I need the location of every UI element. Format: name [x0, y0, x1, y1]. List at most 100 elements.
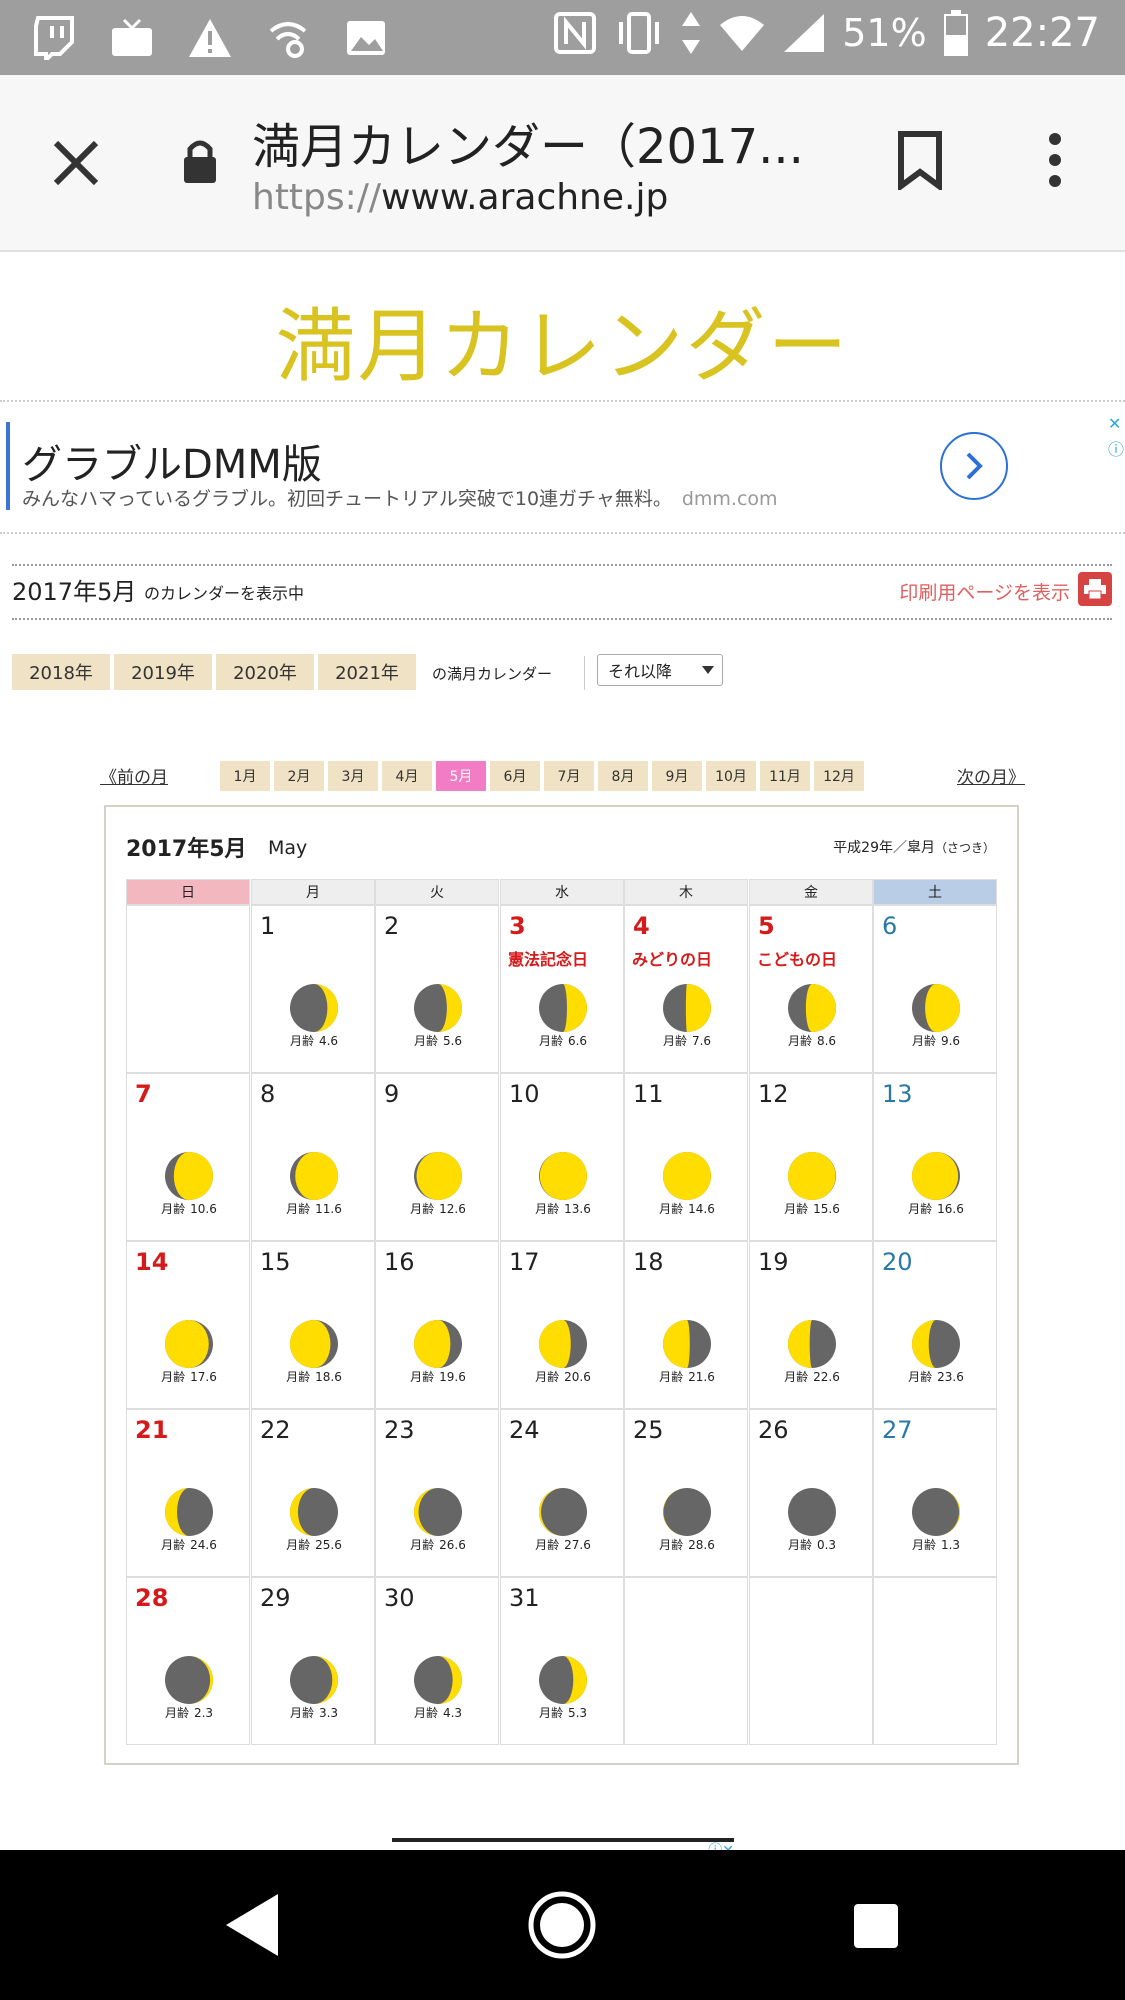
moon-age-label: 月齢 — [161, 1202, 186, 1216]
prev-month-link[interactable]: 《前の月 — [100, 763, 168, 788]
moon-age: 月齢 19.6 — [376, 1368, 500, 1385]
year-button-2018[interactable]: 2018年 — [12, 654, 110, 690]
calendar-day-21[interactable]: 21 月齢 24.6 — [126, 1409, 250, 1577]
moon-age-label: 月齢 — [410, 1538, 435, 1552]
calendar-day-31[interactable]: 31 月齢 5.3 — [500, 1577, 624, 1745]
nfc-icon — [554, 12, 597, 54]
moon-phase-icon — [165, 1656, 213, 1704]
ad-close-icon[interactable]: ✕ — [1108, 414, 1121, 433]
next-month-link[interactable]: 次の月》 — [957, 763, 1025, 788]
back-button[interactable] — [222, 1890, 282, 1964]
month-button-6[interactable]: 6月 — [490, 761, 540, 791]
moon-age-value: 6.6 — [567, 1034, 588, 1048]
calendar-day-20[interactable]: 20 月齢 23.6 — [873, 1241, 997, 1409]
calendar-day-18[interactable]: 18 月齢 21.6 — [624, 1241, 748, 1409]
calendar-day-17[interactable]: 17 月齢 20.6 — [500, 1241, 624, 1409]
moon-age-label: 月齢 — [286, 1370, 311, 1384]
calendar-day-9[interactable]: 9 月齢 12.6 — [375, 1073, 499, 1241]
moon-age-value: 5.3 — [567, 1706, 588, 1720]
calendar-day-16[interactable]: 16 月齢 19.6 — [375, 1241, 499, 1409]
month-button-9[interactable]: 9月 — [652, 761, 702, 791]
calendar-day-12[interactable]: 12 月齢 15.6 — [749, 1073, 873, 1241]
moon-phase-icon — [414, 1320, 462, 1368]
calendar-day-6[interactable]: 6 月齢 9.6 — [873, 905, 997, 1073]
month-button-12[interactable]: 12月 — [814, 761, 864, 791]
month-button-1[interactable]: 1月 — [220, 761, 270, 791]
recent-apps-button[interactable] — [852, 1902, 900, 1954]
calendar-day-8[interactable]: 8 月齢 11.6 — [251, 1073, 375, 1241]
address-bar-url[interactable]: https://www.arachne.jp — [252, 177, 668, 218]
calendar-day-3[interactable]: 3 憲法記念日 月齢 6.6 — [500, 905, 624, 1073]
month-button-2[interactable]: 2月 — [274, 761, 324, 791]
calendar-day-29[interactable]: 29 月齢 3.3 — [251, 1577, 375, 1745]
year-button-2020[interactable]: 2020年 — [216, 654, 314, 690]
site-title[interactable]: 満月カレンダー — [0, 282, 1125, 398]
calendar-day-19[interactable]: 19 月齢 22.6 — [749, 1241, 873, 1409]
moon-age-label: 月齢 — [538, 1706, 563, 1720]
next-month-label: 次の月 — [957, 768, 1008, 788]
lock-icon[interactable] — [180, 137, 220, 191]
calendar-day-11[interactable]: 11 月齢 14.6 — [624, 1073, 748, 1241]
moon-age: 月齢 5.3 — [501, 1704, 625, 1721]
clock-time: 22:27 — [984, 10, 1100, 56]
month-button-7[interactable]: 7月 — [544, 761, 594, 791]
calendar-day-2[interactable]: 2 月齢 5.6 — [375, 905, 499, 1073]
moon-phase-icon — [290, 1152, 338, 1200]
weekday-header-thu: 木 — [624, 879, 748, 905]
moon-age: 月齢 6.6 — [501, 1032, 625, 1049]
moon-phase-icon — [663, 984, 711, 1032]
calendar-day-14[interactable]: 14 月齢 17.6 — [126, 1241, 250, 1409]
calendar-day-13[interactable]: 13 月齢 16.6 — [873, 1073, 997, 1241]
close-tab-button[interactable] — [48, 135, 104, 195]
year-button-2019[interactable]: 2019年 — [114, 654, 212, 690]
ad-open-button[interactable] — [940, 432, 1008, 500]
year-later-select[interactable]: それ以降 — [597, 654, 723, 686]
ad-description[interactable]: みんなハマっているグラブル。初回チュートリアル突破で10連ガチャ無料。 dmm.c… — [22, 484, 778, 511]
moon-lit-part — [416, 1152, 462, 1200]
month-button-8[interactable]: 8月 — [598, 761, 648, 791]
calendar-day-26[interactable]: 26 月齢 0.3 — [749, 1409, 873, 1577]
holiday-label: こどもの日 — [757, 950, 838, 969]
moon-phase-icon — [788, 984, 836, 1032]
moon-age-label: 月齢 — [289, 1034, 314, 1048]
moon-phase — [537, 1150, 589, 1206]
calendar-day-4[interactable]: 4 みどりの日 月齢 7.6 — [624, 905, 748, 1073]
ad-info-close-icons[interactable]: ⓘ✕ — [708, 1840, 734, 1850]
calendar-day-1[interactable]: 1 月齢 4.6 — [251, 905, 375, 1073]
calendar-day-10[interactable]: 10 月齢 13.6 — [500, 1073, 624, 1241]
more-menu-button[interactable] — [1040, 130, 1070, 194]
bookmark-button[interactable] — [895, 130, 945, 194]
moon-phase — [412, 1654, 464, 1710]
print-page-link[interactable]: 印刷用ページを表示 — [899, 578, 1070, 605]
calendar-day-23[interactable]: 23 月齢 26.6 — [375, 1409, 499, 1577]
month-button-4[interactable]: 4月 — [382, 761, 432, 791]
printer-icon[interactable] — [1078, 572, 1112, 606]
weekday-header-sat: 土 — [873, 879, 997, 905]
day-number: 16 — [384, 1248, 415, 1276]
year-button-2021[interactable]: 2021年 — [318, 654, 416, 690]
ad-title[interactable]: グラブルDMM版 — [22, 432, 322, 490]
ad-banner[interactable]: グラブルDMM版 みんなハマっているグラブル。初回チュートリアル突破で10連ガチ… — [0, 400, 1125, 534]
calendar-day-15[interactable]: 15 月齢 18.6 — [251, 1241, 375, 1409]
moon-phase-icon — [290, 984, 338, 1032]
calendar-day-7[interactable]: 7 月齢 10.6 — [126, 1073, 250, 1241]
day-number: 11 — [633, 1080, 664, 1108]
calendar-day-24[interactable]: 24 月齢 27.6 — [500, 1409, 624, 1577]
calendar-day-5[interactable]: 5 こどもの日 月齢 8.6 — [749, 905, 873, 1073]
month-button-10[interactable]: 10月 — [706, 761, 756, 791]
page-tab-title[interactable]: 満月カレンダー（2017... — [252, 107, 804, 177]
calendar-day-27[interactable]: 27 月齢 1.3 — [873, 1409, 997, 1577]
month-button-3[interactable]: 3月 — [328, 761, 378, 791]
calendar-day-28[interactable]: 28 月齢 2.3 — [126, 1577, 250, 1745]
month-button-11[interactable]: 11月 — [760, 761, 810, 791]
calendar-day-30[interactable]: 30 月齢 4.3 — [375, 1577, 499, 1745]
bottom-ad-banner[interactable]: ⓘ✕ — [392, 1838, 734, 1850]
moon-age-value: 5.6 — [442, 1034, 463, 1048]
moon-age-value: 25.6 — [315, 1538, 342, 1552]
moon-phase — [288, 1486, 340, 1542]
calendar-day-22[interactable]: 22 月齢 25.6 — [251, 1409, 375, 1577]
month-button-5[interactable]: 5月 — [436, 761, 486, 791]
calendar-day-25[interactable]: 25 月齢 28.6 — [624, 1409, 748, 1577]
ad-info-icon[interactable]: ⓘ — [1108, 436, 1124, 460]
home-button[interactable] — [527, 1890, 597, 1964]
